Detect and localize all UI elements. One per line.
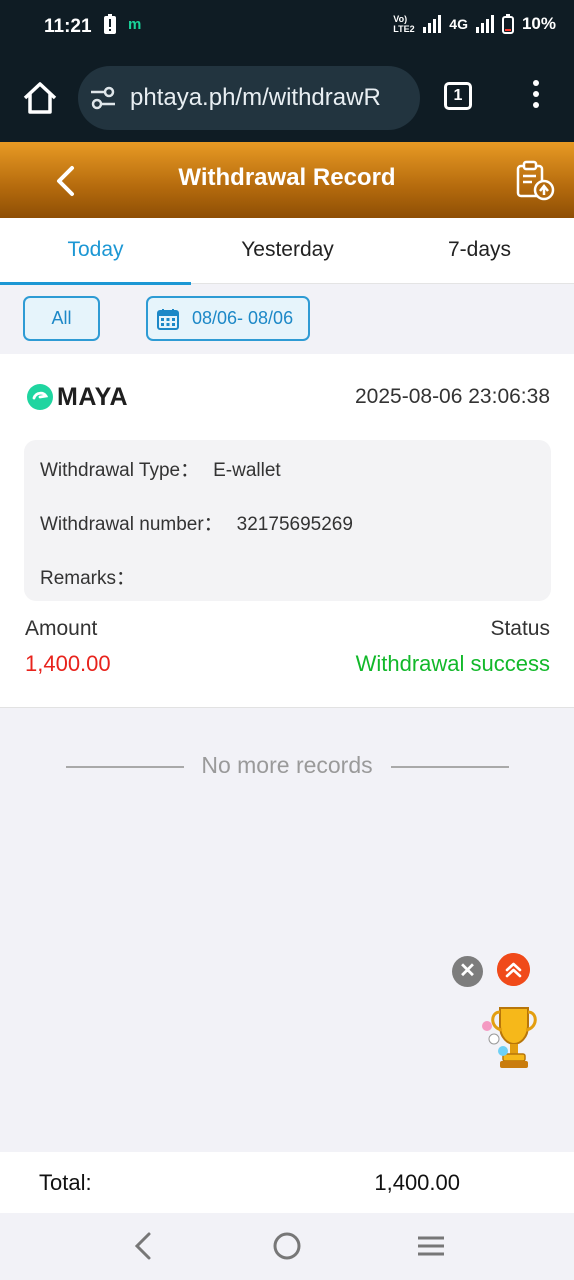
total-label: Total: xyxy=(39,1170,92,1195)
tab-7-days[interactable]: 7-days xyxy=(384,218,574,284)
browser-toolbar: phtaya.ph/m/withdrawR 1 xyxy=(0,56,574,142)
payment-channel: MAYA xyxy=(57,383,129,411)
battery-icon xyxy=(501,14,514,34)
date-range-text: 08/06- 08/06 xyxy=(192,308,294,328)
notification-icons: m xyxy=(104,14,141,34)
trophy-icon[interactable] xyxy=(478,1000,548,1072)
tab-yesterday[interactable]: Yesterday xyxy=(192,218,383,284)
app-header: Withdrawal Record xyxy=(0,142,574,218)
nav-back-icon[interactable] xyxy=(127,1229,161,1263)
end-of-list: No more records xyxy=(0,750,574,782)
close-float-icon[interactable]: ✕ xyxy=(452,956,483,987)
date-tabs: Today Yesterday 7-days xyxy=(0,218,574,284)
total-bar: Total: 1,400.00 xyxy=(0,1152,574,1213)
withdrawal-number-label: Withdrawal number： xyxy=(40,514,223,535)
remarks-label: Remarks： xyxy=(40,568,136,589)
home-icon[interactable] xyxy=(20,78,60,118)
signal-icon-2 xyxy=(475,15,494,33)
date-range-button[interactable]: 08/06- 08/06 xyxy=(146,296,310,341)
withdrawal-type-value: E-wallet xyxy=(213,460,281,481)
system-indicators: Vo) LTE2 4G 10% xyxy=(393,14,556,34)
divider-right xyxy=(391,766,509,768)
scroll-top-icon[interactable] xyxy=(497,953,530,986)
system-nav-bar xyxy=(0,1213,574,1280)
amount-value: 1,400.00 xyxy=(25,651,111,676)
status-label: Status xyxy=(490,617,550,640)
signal-icon xyxy=(423,15,442,33)
more-menu-icon[interactable] xyxy=(530,80,542,114)
record-datetime: 2025-08-06 23:06:38 xyxy=(355,385,550,408)
record-details: Withdrawal Type： E-wallet Withdrawal numb… xyxy=(24,440,551,601)
withdrawal-number-value: 32175695269 xyxy=(236,514,353,535)
site-settings-icon[interactable] xyxy=(90,86,116,110)
nav-recents-icon[interactable] xyxy=(414,1229,448,1263)
remarks-row: Remarks： xyxy=(40,563,149,590)
address-bar[interactable]: phtaya.ph/m/withdrawR xyxy=(78,66,420,130)
withdrawal-record-card[interactable]: MAYA 2025-08-06 23:06:38 Withdrawal Type… xyxy=(0,354,574,708)
tab-switcher-button[interactable]: 1 xyxy=(444,82,472,110)
battery-level: 10% xyxy=(521,14,556,33)
maya-logo-icon xyxy=(27,384,53,410)
clock: 11:21 xyxy=(44,16,92,37)
tab-today[interactable]: Today xyxy=(0,218,191,284)
network-type: 4G xyxy=(449,16,468,32)
amount-label: Amount xyxy=(25,617,98,640)
url-text[interactable]: phtaya.ph/m/withdrawR xyxy=(130,84,381,112)
withdrawal-number-row: Withdrawal number： 32175695269 xyxy=(40,509,353,536)
withdrawal-type-row: Withdrawal Type： E-wallet xyxy=(40,455,281,482)
filter-all-button[interactable]: All xyxy=(23,296,100,341)
volte-icon: Vo) LTE2 xyxy=(393,14,415,34)
total-value: 1,400.00 xyxy=(374,1170,460,1195)
calendar-icon xyxy=(157,309,179,330)
page-title: Withdrawal Record xyxy=(178,164,396,191)
clipboard-upload-icon[interactable] xyxy=(514,160,556,202)
alert-battery-icon xyxy=(104,14,116,34)
withdrawal-type-label: Withdrawal Type： xyxy=(40,460,200,481)
status-value: Withdrawal success xyxy=(355,651,550,676)
filter-row: All 08/06- 08/06 xyxy=(0,285,574,353)
app-m-icon: m xyxy=(128,15,142,33)
nav-home-icon[interactable] xyxy=(270,1229,304,1263)
status-bar: 11:21 m Vo) LTE2 4G 10% xyxy=(0,0,574,56)
